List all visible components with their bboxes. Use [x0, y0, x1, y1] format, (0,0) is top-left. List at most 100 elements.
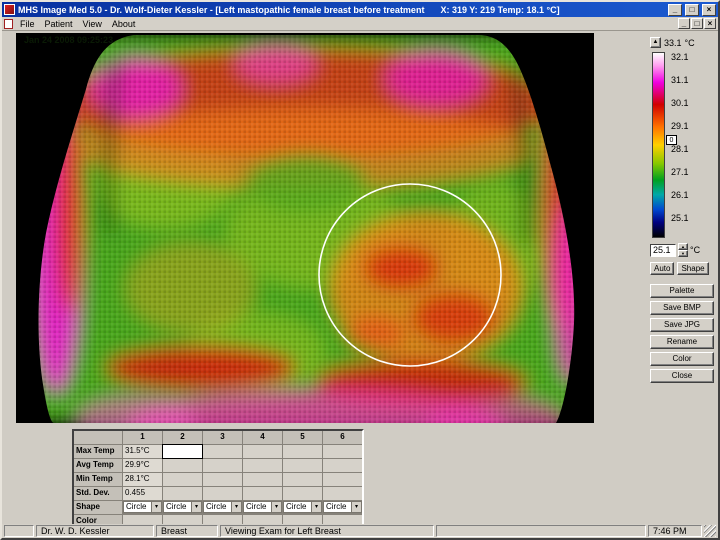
empty-cell [323, 445, 362, 458]
scale-max-row: ▲ 33.1 °C [650, 37, 695, 48]
row-label: Max Temp [74, 445, 122, 458]
empty-cell [203, 445, 242, 458]
chevron-down-icon: ▾ [271, 502, 281, 512]
status-bar: Dr. W. D. Kessler Breast Viewing Exam fo… [2, 524, 718, 538]
empty-cell [243, 459, 282, 472]
shape-select[interactable]: Circle ▾ [163, 501, 202, 513]
table-corner [74, 431, 122, 444]
thermal-svg [16, 33, 594, 423]
spin-down-icon[interactable]: ▼ [678, 250, 688, 257]
minimize-icon[interactable]: _ [668, 3, 682, 16]
column-header[interactable]: 3 [203, 431, 242, 444]
scale-tick-label: 25.1 [671, 213, 689, 223]
row-label: Avg Temp [74, 459, 122, 472]
scale-up-icon[interactable]: ▲ [650, 37, 661, 48]
min-temp-input[interactable]: 25.1 [650, 243, 676, 257]
min-temp-value: 28.1°C [123, 473, 162, 486]
client-area: Jan 24 2008 09:25:23 ▲ 33.1 °C 32.1 31.1… [2, 31, 718, 530]
window-title: MHS Image Med 5.0 - Dr. Wolf-Dieter Kess… [18, 5, 665, 15]
scale-unit-label: °C [684, 37, 695, 48]
row-label: Shape [74, 501, 122, 514]
empty-cell [203, 473, 242, 486]
chevron-down-icon: ▾ [311, 502, 321, 512]
column-header[interactable]: 6 [323, 431, 362, 444]
shape-select-value: Circle [286, 502, 307, 511]
scale-max-label: 33.1 [664, 37, 682, 48]
row-label: Std. Dev. [74, 487, 122, 500]
empty-cell [283, 473, 322, 486]
column-header[interactable]: 5 [283, 431, 322, 444]
auto-button[interactable]: Auto [650, 262, 675, 275]
close-button[interactable]: Close [650, 369, 714, 383]
status-clock: 7:46 PM [648, 525, 702, 537]
shape-select[interactable]: Circle ▾ [283, 501, 322, 513]
save-jpg-button[interactable]: Save JPG [650, 318, 714, 332]
column-header[interactable]: 4 [243, 431, 282, 444]
shape-select-value: Circle [326, 502, 347, 511]
shape-select[interactable]: Circle ▾ [123, 501, 162, 513]
scale-tick-label: 28.1 [671, 144, 689, 154]
menu-file[interactable]: File [17, 18, 42, 30]
shape-button[interactable]: Shape [677, 262, 709, 275]
shape-select[interactable]: Circle ▾ [323, 501, 362, 513]
sidebar-buttons: Palette Save BMP Save JPG Rename Color C… [650, 284, 714, 386]
mdi-restore-icon[interactable]: □ [691, 18, 703, 29]
mdi-controls: _ □ × [678, 18, 716, 29]
mdi-close-icon[interactable]: × [704, 18, 716, 29]
empty-cell [323, 459, 362, 472]
menu-patient[interactable]: Patient [42, 18, 80, 30]
scale-tick-label: 26.1 [671, 190, 689, 200]
document-icon [4, 18, 13, 29]
shape-select-value: Circle [166, 502, 187, 511]
empty-cell [323, 487, 362, 500]
resize-grip[interactable] [704, 525, 716, 537]
save-bmp-button[interactable]: Save BMP [650, 301, 714, 315]
scale-tick-label: 30.1 [671, 98, 689, 108]
app-icon [4, 4, 15, 15]
scale-tick-label: 31.1 [671, 75, 689, 85]
chevron-down-icon: ▾ [151, 502, 161, 512]
status-message: Viewing Exam for Left Breast [220, 525, 434, 537]
close-icon[interactable]: × [702, 3, 716, 16]
empty-cell [163, 487, 202, 500]
palette-button[interactable]: Palette [650, 284, 714, 298]
maximize-icon[interactable]: □ [685, 3, 699, 16]
empty-cell [243, 445, 282, 458]
sidebar: ▲ 33.1 °C 32.1 31.1 30.1 29.1 28.1 27.1 … [650, 37, 716, 507]
scale-tick-label: 27.1 [671, 167, 689, 177]
empty-cell [163, 459, 202, 472]
avg-temp-value: 29.9°C [123, 459, 162, 472]
roi-stats-table: 1 2 3 4 5 6 Max Temp 31.5°C Avg Temp 29.… [72, 429, 364, 530]
row-label: Min Temp [74, 473, 122, 486]
shape-select[interactable]: Circle ▾ [203, 501, 242, 513]
column-header[interactable]: 2 [163, 431, 202, 444]
temperature-palette-bar[interactable] [652, 52, 665, 238]
window-title-text: MHS Image Med 5.0 - Dr. Wolf-Dieter Kess… [18, 4, 425, 15]
min-temp-stepper: ▲ ▼ [678, 243, 688, 257]
thermal-image[interactable]: Jan 24 2008 09:25:23 [16, 33, 594, 423]
menu-about[interactable]: About [109, 18, 143, 30]
shape-select-value: Circle [246, 502, 267, 511]
menu-view[interactable]: View [80, 18, 109, 30]
scale-current-row: 25.1 ▲ ▼ °C [650, 243, 700, 257]
color-button[interactable]: Color [650, 352, 714, 366]
app-window: MHS Image Med 5.0 - Dr. Wolf-Dieter Kess… [0, 0, 720, 540]
selected-cell[interactable] [162, 444, 203, 459]
chevron-down-icon: ▾ [231, 502, 241, 512]
empty-cell [163, 473, 202, 486]
status-spacer [4, 525, 34, 537]
spin-up-icon[interactable]: ▲ [678, 243, 688, 250]
scale-marker[interactable]: 0 [666, 135, 677, 145]
title-bar: MHS Image Med 5.0 - Dr. Wolf-Dieter Kess… [2, 2, 718, 17]
status-doctor: Dr. W. D. Kessler [36, 525, 154, 537]
heat-blobs [38, 35, 575, 423]
mdi-minimize-icon[interactable]: _ [678, 18, 690, 29]
column-header[interactable]: 1 [123, 431, 162, 444]
empty-cell [323, 473, 362, 486]
shape-select[interactable]: Circle ▾ [243, 501, 282, 513]
empty-cell [283, 459, 322, 472]
empty-cell [203, 487, 242, 500]
rename-button[interactable]: Rename [650, 335, 714, 349]
current-unit-label: °C [690, 245, 701, 255]
scale-tick-label: 32.1 [671, 52, 689, 62]
